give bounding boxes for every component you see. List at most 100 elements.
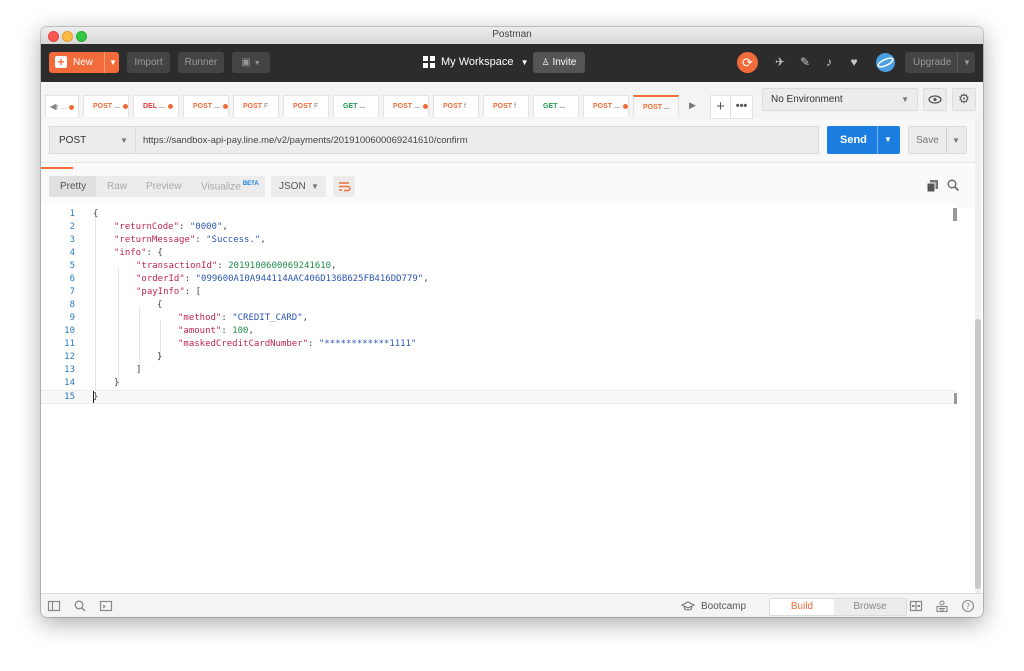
request-tab[interactable]: POST F [233, 95, 279, 117]
tab-label: f [512, 103, 516, 110]
avatar[interactable] [876, 53, 895, 72]
view-mode-group: Pretty Raw Preview Visualize BETA [49, 176, 265, 197]
browse-tab[interactable]: Browse [834, 599, 906, 615]
bootcamp-link[interactable]: Bootcamp [701, 601, 746, 612]
eye-icon[interactable] [923, 88, 947, 111]
code-line: 7 "payInfo": [ [69, 287, 202, 297]
help-icon[interactable]: ? [961, 599, 975, 613]
new-button[interactable]: + New ▼ [49, 52, 119, 73]
tab-visualize[interactable]: Visualize BETA [201, 181, 259, 192]
response-body-editor[interactable]: 1{ 2 "returnCode": "0000", 3 "returnMessag… [41, 203, 957, 593]
more-options-icon[interactable]: ••• [730, 95, 753, 119]
request-tab[interactable]: POST ... [83, 95, 129, 117]
chevron-down-icon: ▼ [120, 136, 128, 145]
tab-method: GET [543, 103, 558, 110]
tab-label: ... [212, 103, 220, 110]
invite-button[interactable]: ♙ Invite [533, 52, 585, 73]
code-line: 12} [64, 352, 163, 362]
new-tab-plus-icon[interactable]: + [710, 95, 731, 119]
gear-icon[interactable]: ⚙ [952, 88, 976, 111]
chevron-down-icon: ▼ [253, 60, 261, 67]
request-tab[interactable]: DEL ... [133, 95, 179, 117]
format-select[interactable]: JSON ▼ [271, 176, 326, 197]
tab-label: ... [557, 103, 566, 110]
request-tab-active[interactable]: POST ... [633, 95, 679, 117]
tab-label: ... [156, 103, 165, 110]
code-line: 10 "amount": 100, [64, 326, 254, 336]
console-icon[interactable] [99, 599, 113, 613]
request-tab[interactable]: POST ... [583, 95, 629, 117]
visualize-label: Visualize [201, 181, 241, 193]
two-pane-icon[interactable] [909, 599, 923, 613]
scrollbar-track[interactable] [975, 119, 981, 593]
caret-right-icon[interactable]: ▶ [689, 100, 696, 111]
chevron-down-icon[interactable]: ▼ [884, 135, 892, 144]
tab-label: r ... [56, 104, 67, 111]
sync-icon[interactable]: ⟳ [737, 52, 758, 73]
request-tab[interactable]: POST f [433, 95, 479, 117]
chevron-down-icon: ▼ [520, 58, 529, 67]
user-add-icon: ♙ [541, 57, 550, 67]
copy-icon[interactable] [926, 180, 939, 193]
tab-preview[interactable]: Preview [146, 181, 182, 192]
send-button[interactable]: Send ▼ [827, 126, 900, 154]
code-line: 3 "returnMessage": "Success.", [69, 235, 266, 245]
wrap-lines-icon[interactable] [333, 176, 355, 197]
request-tab[interactable]: ◀r ... [45, 95, 79, 117]
tab-method: POST [293, 103, 313, 110]
chevron-down-icon[interactable]: ▼ [109, 52, 117, 73]
url-input[interactable]: https://sandbox-api-pay.line.me/v2/payme… [135, 126, 819, 154]
build-browse-toggle: Build Browse [769, 598, 907, 616]
new-label: New [73, 57, 94, 68]
minimap-marker [954, 393, 957, 404]
request-tab[interactable]: GET ... [333, 95, 379, 117]
import-button[interactable]: Import [127, 52, 170, 73]
request-tab[interactable]: POST F [283, 95, 329, 117]
tab-pretty[interactable]: Pretty [60, 181, 86, 192]
keyboard-shortcuts-icon[interactable] [935, 599, 949, 613]
request-tabs-bar: ◀r ... POST ... DEL ... POST ... POST F … [41, 82, 983, 120]
code-line: 4 "info": { [69, 248, 163, 258]
request-tab[interactable]: GET ... [533, 95, 579, 117]
request-tab[interactable]: POST ... [183, 95, 229, 117]
runner-button[interactable]: Runner [178, 52, 224, 73]
upgrade-button[interactable]: Upgrade ▼ [905, 52, 975, 73]
plus-icon: + [55, 56, 67, 68]
tab-method: DEL [143, 103, 157, 110]
search-icon[interactable] [947, 179, 960, 192]
code-line: 1{ [69, 209, 99, 219]
workspace-selector[interactable]: My Workspace ▼ [441, 56, 529, 68]
chevron-down-icon[interactable]: ▼ [952, 136, 960, 145]
satellite-icon[interactable]: ✈ [772, 54, 788, 70]
request-tab[interactable]: POST ... [383, 95, 429, 117]
chevron-down-icon: ▼ [311, 182, 319, 191]
code-line: 6 "orderId": "099600A10A944114AAC406D136B… [69, 274, 429, 284]
wrench-icon[interactable]: ✎ [797, 54, 813, 70]
scrollbar-thumb[interactable] [975, 319, 981, 589]
title-bar: Postman [41, 27, 983, 45]
invite-label: Invite [552, 57, 577, 68]
method-select[interactable]: POST ▼ [49, 126, 135, 154]
tab-raw[interactable]: Raw [107, 181, 127, 192]
heart-icon[interactable]: ♥ [846, 54, 862, 70]
postman-window: Postman + New ▼ Import Runner ▣ ▼ My Work… [41, 27, 983, 617]
format-label: JSON [279, 181, 306, 192]
build-tab[interactable]: Build [770, 599, 834, 615]
sidebar-toggle-icon[interactable] [47, 599, 61, 613]
bell-icon[interactable]: ♪ [821, 54, 837, 70]
save-button[interactable]: Save ▼ [908, 126, 967, 154]
request-url-row: POST ▼ https://sandbox-api-pay.line.me/v… [41, 119, 983, 162]
code-line: 11 "maskedCreditCardNumber": "***********… [64, 339, 417, 349]
text-cursor [93, 391, 94, 403]
request-tab[interactable]: POST f [483, 95, 529, 117]
code-line: 9 "method": "CREDIT_CARD", [69, 313, 309, 323]
tab-method: GET [343, 103, 358, 110]
tab-label: ... [612, 103, 620, 110]
new-window-button[interactable]: ▣ ▼ [232, 52, 270, 73]
find-icon[interactable] [73, 599, 87, 613]
environment-select[interactable]: No Environment ▼ [762, 88, 918, 111]
method-label: POST [59, 135, 87, 146]
tab-method: POST [193, 103, 213, 110]
status-bar: Bootcamp Build Browse ? [41, 593, 983, 617]
environment-label: No Environment [771, 94, 843, 105]
